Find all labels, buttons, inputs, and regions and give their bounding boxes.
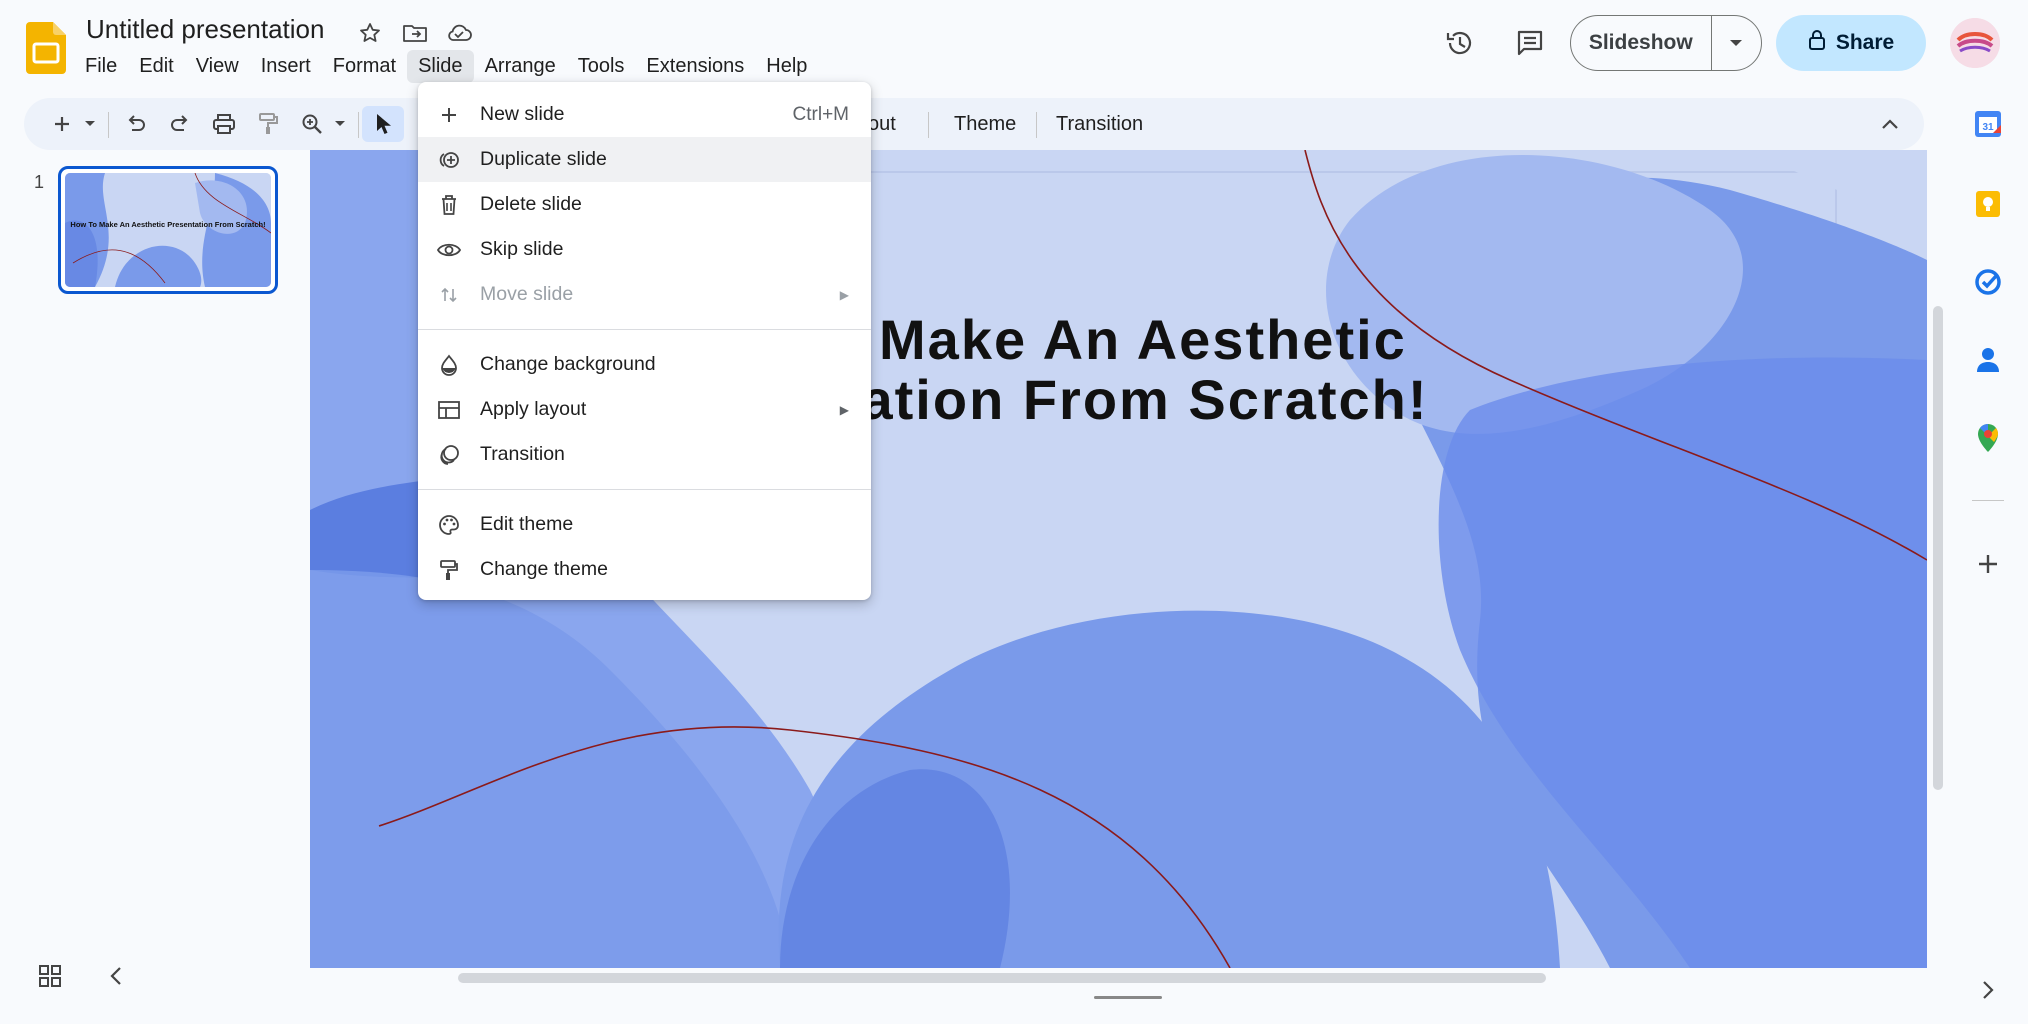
menu-item-label: Skip slide: [480, 238, 564, 260]
menu-extensions[interactable]: Extensions: [635, 50, 755, 83]
speaker-notes-drag-handle[interactable]: [1094, 996, 1162, 999]
undo-icon[interactable]: [118, 106, 154, 142]
menu-format[interactable]: Format: [322, 50, 407, 83]
menu-item-label: Duplicate slide: [480, 148, 607, 170]
drop-icon: [418, 354, 480, 376]
vertical-scrollbar[interactable]: [1933, 306, 1943, 790]
toolbar-divider: [1036, 112, 1037, 138]
print-icon[interactable]: [206, 106, 242, 142]
menu-item-label: Transition: [480, 443, 565, 465]
menu-edit[interactable]: Edit: [128, 50, 184, 83]
transition-icon: [418, 444, 480, 466]
theme-button[interactable]: Theme: [954, 108, 1016, 140]
move-to-folder-icon[interactable]: [400, 18, 430, 48]
get-add-ons-plus-icon[interactable]: [1968, 544, 2008, 584]
menu-file[interactable]: File: [74, 50, 128, 83]
share-button[interactable]: Share: [1776, 15, 1926, 71]
horizontal-scrollbar[interactable]: [458, 973, 1546, 983]
version-history-icon[interactable]: [1434, 17, 1486, 69]
submenu-arrow-icon: ▶: [839, 402, 849, 417]
toolbar-divider: [358, 112, 359, 138]
move-icon: [418, 285, 480, 305]
zoom-icon[interactable]: [294, 106, 330, 142]
slideshow-button-group: Slideshow: [1570, 15, 1762, 71]
slide-menu-dropdown: New slide Ctrl+M Duplicate slide Delete …: [418, 82, 871, 600]
menu-insert[interactable]: Insert: [250, 50, 322, 83]
menu-view[interactable]: View: [185, 50, 250, 83]
menu-item-label: Move slide: [480, 283, 574, 305]
lock-icon: [1808, 29, 1826, 57]
maps-icon[interactable]: [1968, 418, 2008, 458]
plus-icon: [418, 105, 480, 125]
comments-icon[interactable]: [1504, 17, 1556, 69]
menu-divider: [418, 329, 871, 330]
slide-thumbnail-title: How To Make An Aesthetic Presentation Fr…: [70, 220, 266, 229]
toolbar-divider: [108, 112, 109, 138]
transition-button[interactable]: Transition: [1056, 108, 1143, 140]
svg-text:31: 31: [1982, 122, 1994, 133]
menu-bar: File Edit View Insert Format Slide Arran…: [74, 48, 818, 84]
menu-item-change-theme[interactable]: Change theme: [418, 547, 871, 592]
layout-button-partial[interactable]: out: [868, 108, 896, 140]
menu-item-shortcut: Ctrl+M: [792, 103, 849, 125]
zoom-chevron-down-icon[interactable]: [330, 106, 350, 142]
menu-item-new-slide[interactable]: New slide Ctrl+M: [418, 92, 871, 137]
collapse-filmstrip-chevron-left-icon[interactable]: [108, 964, 132, 992]
submenu-arrow-icon: ▶: [839, 287, 849, 302]
menu-tools[interactable]: Tools: [567, 50, 636, 83]
menu-item-label: Delete slide: [480, 193, 582, 215]
menu-item-skip-slide[interactable]: Skip slide: [418, 227, 871, 272]
duplicate-icon: [418, 150, 480, 170]
avatar[interactable]: [1950, 18, 2000, 68]
slide-thumbnail-preview: How To Make An Aesthetic Presentation Fr…: [65, 173, 271, 287]
menu-divider: [418, 489, 871, 490]
new-slide-plus-icon[interactable]: [42, 106, 82, 142]
slideshow-button[interactable]: Slideshow: [1571, 16, 1712, 70]
calendar-icon[interactable]: 31: [1968, 104, 2008, 144]
share-label: Share: [1835, 31, 1895, 54]
grid-view-icon[interactable]: [38, 964, 66, 992]
side-panel-divider: [1972, 500, 2004, 501]
menu-item-transition[interactable]: Transition: [418, 432, 871, 477]
menu-arrange[interactable]: Arrange: [474, 50, 567, 83]
menu-item-apply-layout[interactable]: Apply layout ▶: [418, 387, 871, 432]
menu-item-label: Edit theme: [480, 513, 574, 535]
redo-icon[interactable]: [162, 106, 198, 142]
star-icon[interactable]: [355, 18, 385, 48]
document-title[interactable]: Untitled presentation: [86, 14, 324, 45]
trash-icon: [418, 194, 480, 216]
select-cursor-icon[interactable]: [362, 106, 404, 142]
menu-item-change-background[interactable]: Change background: [418, 342, 871, 387]
menu-item-duplicate-slide[interactable]: Duplicate slide: [418, 137, 871, 182]
menu-item-edit-theme[interactable]: Edit theme: [418, 502, 871, 547]
new-slide-chevron-down-icon[interactable]: [80, 106, 100, 142]
slide-number: 1: [34, 172, 45, 192]
menu-item-delete-slide[interactable]: Delete slide: [418, 182, 871, 227]
keep-icon[interactable]: [1968, 184, 2008, 224]
palette-icon: [418, 514, 480, 536]
cloud-saved-icon[interactable]: [444, 18, 474, 48]
tasks-icon[interactable]: [1968, 262, 2008, 302]
slides-logo-icon[interactable]: [26, 22, 66, 74]
contacts-icon[interactable]: [1968, 340, 2008, 380]
paint-format-icon[interactable]: [250, 106, 286, 142]
top-bar: Untitled presentation File Edit View Ins…: [0, 0, 2028, 96]
toolbar: out Theme Transition: [24, 98, 1924, 150]
menu-item-label: Change theme: [480, 558, 608, 580]
slideshow-options-chevron-down-icon[interactable]: [1712, 16, 1761, 70]
paint-roller-icon: [418, 559, 480, 581]
menu-slide[interactable]: Slide: [407, 49, 474, 83]
slide-thumbnail[interactable]: How To Make An Aesthetic Presentation Fr…: [58, 166, 278, 294]
menu-help[interactable]: Help: [755, 50, 818, 83]
menu-item-label: Change background: [480, 353, 656, 375]
layout-icon: [418, 400, 480, 420]
menu-item-label: Apply layout: [480, 398, 587, 420]
show-side-panel-chevron-right-icon[interactable]: [1968, 970, 2008, 1010]
menu-item-move-slide[interactable]: Move slide ▶: [418, 272, 871, 317]
toolbar-divider: [928, 112, 929, 138]
eye-icon: [418, 241, 480, 259]
collapse-toolbar-chevron-up-icon[interactable]: [1872, 106, 1908, 142]
